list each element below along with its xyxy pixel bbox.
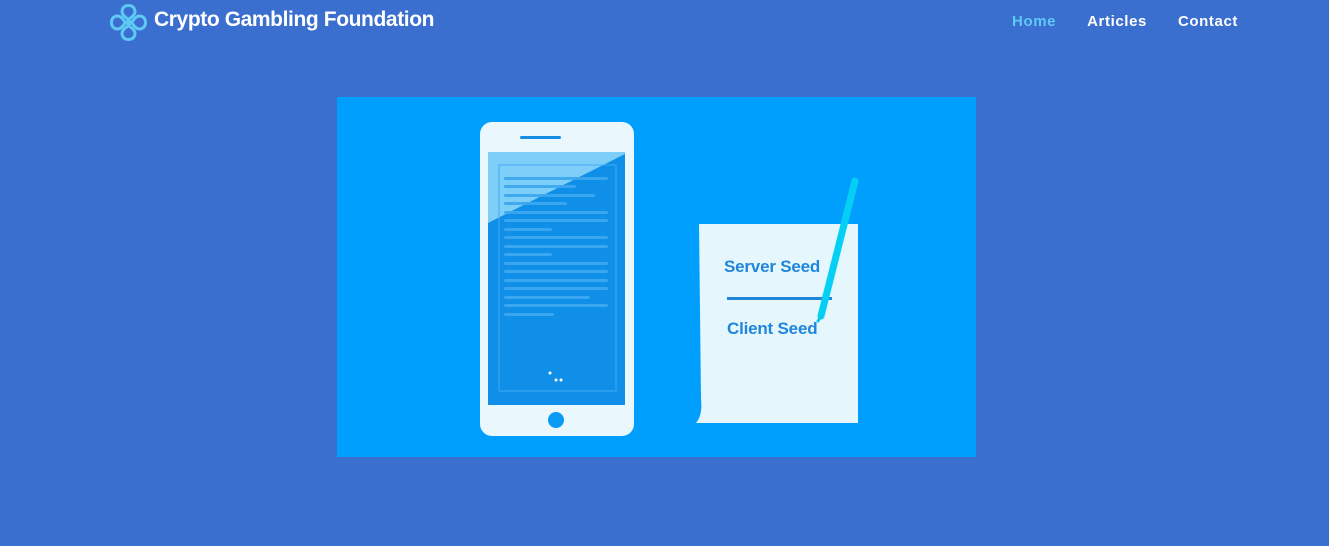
site-brand-link[interactable]: Crypto Gambling Foundation bbox=[108, 1, 434, 43]
brand-logo-icon bbox=[109, 3, 148, 41]
hero-illustration bbox=[480, 122, 859, 436]
site-header: Crypto Gambling Foundation Home Articles… bbox=[0, 0, 1329, 48]
hero-image: Server Seed Client Seed bbox=[337, 97, 976, 457]
nav-home-link[interactable]: Home bbox=[1012, 13, 1056, 30]
site-title: Crypto Gambling Foundation bbox=[154, 8, 435, 31]
smartphone-icon bbox=[480, 122, 634, 436]
nav-contact-link[interactable]: Contact bbox=[1178, 13, 1238, 30]
server-seed-label: Server Seed bbox=[724, 257, 821, 276]
nav-articles-link[interactable]: Articles bbox=[1087, 13, 1147, 30]
main-nav: Home Articles Contact bbox=[1012, 13, 1238, 30]
client-seed-label: Client Seed bbox=[727, 319, 818, 338]
